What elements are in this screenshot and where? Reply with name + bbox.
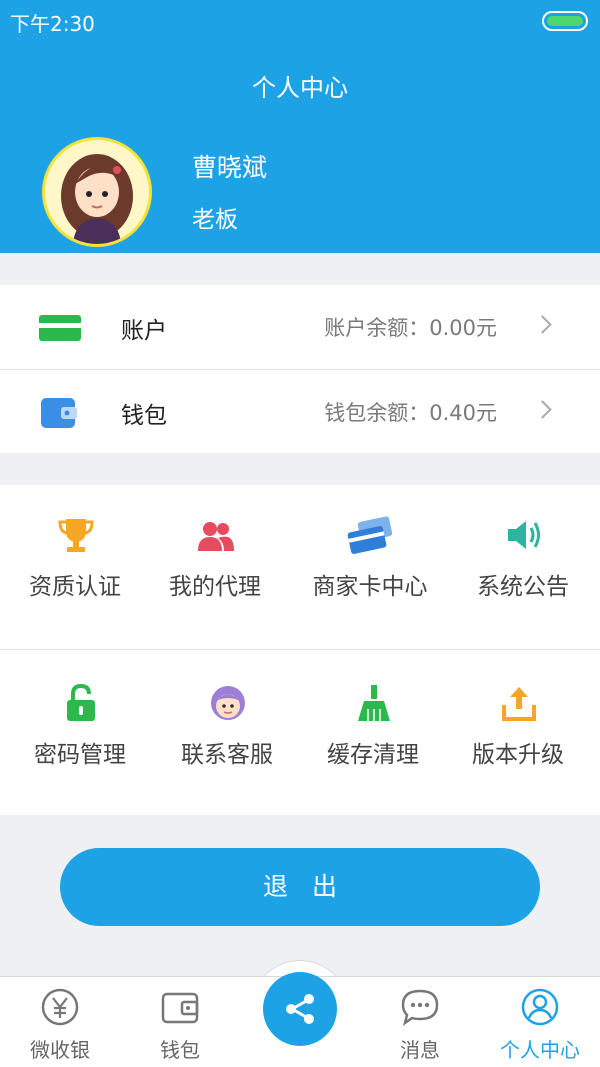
account-label: 账户 xyxy=(121,318,167,344)
user-icon xyxy=(520,987,560,1027)
menu-item-announcements[interactable]: 系统公告 xyxy=(448,485,598,625)
tab-wallet[interactable]: 钱包 xyxy=(120,977,240,1067)
speaker-icon xyxy=(504,515,544,555)
user-name: 曹晓斌 xyxy=(192,153,268,182)
battery-icon xyxy=(542,11,588,31)
header: 下午2:30 个人中心 曹晓斌 老板 xyxy=(0,0,600,253)
lock-icon xyxy=(61,683,101,723)
menu-item-my-agents[interactable]: 我的代理 xyxy=(140,485,290,625)
divider xyxy=(0,649,600,650)
tab-label: 个人中心 xyxy=(500,1038,580,1062)
tab-cashier[interactable]: 微收银 xyxy=(0,977,120,1067)
menu-label: 缓存清理 xyxy=(327,742,419,768)
upload-icon xyxy=(499,683,539,723)
account-row[interactable]: 账户 账户余额：0.00元 xyxy=(0,285,600,369)
share-button[interactable] xyxy=(263,972,337,1046)
chevron-right-icon xyxy=(533,315,552,334)
tab-label: 钱包 xyxy=(160,1038,200,1062)
trophy-icon xyxy=(56,515,96,555)
user-role: 老板 xyxy=(192,207,238,233)
wallet-row[interactable]: 钱包 钱包余额：0.40元 xyxy=(0,370,600,454)
status-time: 下午2:30 xyxy=(10,12,95,36)
tab-profile[interactable]: 个人中心 xyxy=(480,977,600,1067)
menu-label: 密码管理 xyxy=(34,742,126,768)
page-title: 个人中心 xyxy=(252,74,348,102)
share-icon xyxy=(280,989,320,1029)
menu-label: 联系客服 xyxy=(181,742,273,768)
wallet-icon xyxy=(39,394,79,434)
menu-item-password[interactable]: 密码管理 xyxy=(5,653,155,793)
account-balance: 账户余额：0.00元 xyxy=(324,316,497,340)
avatar[interactable] xyxy=(42,137,152,247)
chevron-right-icon xyxy=(533,400,552,419)
logout-button[interactable]: 退出 xyxy=(60,848,540,926)
menu-item-version-upgrade[interactable]: 版本升级 xyxy=(443,653,593,793)
menu-label: 我的代理 xyxy=(169,574,261,600)
menu-item-merchant-card-center[interactable]: 商家卡中心 xyxy=(295,485,445,625)
tab-label: 微收银 xyxy=(30,1038,90,1062)
agents-icon xyxy=(196,515,236,555)
finance-card: 账户 账户余额：0.00元 钱包 钱包余额：0.40元 xyxy=(0,285,600,453)
broom-icon xyxy=(354,683,394,723)
wallet-icon xyxy=(160,987,200,1027)
cards-icon xyxy=(345,515,395,555)
card-icon xyxy=(39,315,81,345)
tab-messages[interactable]: 消息 xyxy=(360,977,480,1067)
wallet-balance: 钱包余额：0.40元 xyxy=(324,401,497,425)
menu-label: 版本升级 xyxy=(472,742,564,768)
yen-icon xyxy=(40,987,80,1027)
wallet-label: 钱包 xyxy=(121,403,167,429)
menu-label: 商家卡中心 xyxy=(312,574,428,600)
menu-item-clear-cache[interactable]: 缓存清理 xyxy=(298,653,448,793)
menu-label: 资质认证 xyxy=(29,574,121,600)
menu-item-qualification[interactable]: 资质认证 xyxy=(0,485,150,625)
chat-icon xyxy=(400,987,440,1027)
tab-label: 消息 xyxy=(400,1038,440,1062)
menu-item-customer-service[interactable]: 联系客服 xyxy=(152,653,302,793)
menu-grid: 资质认证 我的代理 商家卡中心 系统公告 密码管理 联系客服 缓存清理 版本升级 xyxy=(0,485,600,815)
menu-label: 系统公告 xyxy=(477,574,569,600)
support-icon xyxy=(208,683,248,723)
